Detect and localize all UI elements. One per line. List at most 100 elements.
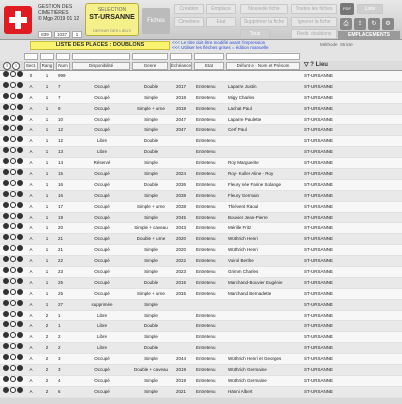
table-row[interactable]: 0 1 999 ST-URSANNE	[0, 71, 402, 82]
filter-genre[interactable]	[132, 53, 168, 60]
open-record-icon[interactable]	[3, 267, 9, 274]
table-row[interactable]: A 2 1 Libre Double Entretenu ST-URSANNE	[0, 321, 402, 333]
delete-record-icon[interactable]	[17, 386, 23, 393]
open-record-icon[interactable]	[3, 223, 9, 230]
tous-button[interactable]: Tous	[240, 29, 270, 39]
table-row[interactable]: A 2 6 Occupé Simple 2021 Entretenu Hänni Albert…	[0, 386, 402, 398]
filter-etat[interactable]	[194, 53, 224, 60]
table-row[interactable]: A 2 2 Libre Double Entretenu ST-URSANNE	[0, 343, 402, 355]
delete-record-icon[interactable]	[17, 354, 23, 361]
edit-record-icon[interactable]	[10, 190, 16, 197]
settings-icon[interactable]: ⚙	[382, 18, 394, 30]
table-row[interactable]: A 1 27 supprimée Simple ST-URSANNE	[0, 299, 402, 311]
edit-record-icon[interactable]	[10, 169, 16, 176]
edit-record-icon[interactable]	[10, 310, 16, 317]
open-record-icon[interactable]	[3, 343, 9, 350]
liste-button[interactable]: Liste	[357, 4, 383, 14]
open-record-icon[interactable]	[3, 288, 9, 295]
edit-record-icon[interactable]	[10, 375, 16, 382]
col-echeance[interactable]: Échéance	[170, 62, 192, 70]
table-row[interactable]: A 1 15 Occupé Simple 2024 Entretenu Roy- Koller…	[0, 169, 402, 180]
delete-record-icon[interactable]	[17, 103, 23, 110]
open-record-icon[interactable]	[3, 321, 9, 328]
open-record-icon[interactable]	[3, 136, 9, 143]
delete-record-icon[interactable]	[17, 147, 23, 154]
edit-record-icon[interactable]	[10, 201, 16, 208]
edit-record-icon[interactable]	[10, 114, 16, 121]
edit-record-icon[interactable]	[10, 158, 16, 165]
all-records-button[interactable]: Toutes les fiches	[291, 4, 337, 14]
open-record-icon[interactable]	[3, 234, 9, 241]
edit-record-icon[interactable]	[10, 365, 16, 372]
delete-record-button[interactable]: Supprimer la fiche	[240, 17, 288, 27]
filter-echeance[interactable]	[170, 53, 192, 60]
edit-record-icon[interactable]	[10, 71, 16, 77]
emplacements-tab[interactable]: EMPLACEMENTS	[338, 31, 400, 39]
info-icon[interactable]: i	[3, 62, 11, 70]
edit-record-icon[interactable]	[10, 212, 16, 219]
table-row[interactable]: A 1 9 Occupé Simple + urne 2018 Entretenu Lacha…	[0, 103, 402, 115]
filter-nom[interactable]	[226, 53, 300, 60]
filter-rang[interactable]	[40, 53, 54, 60]
table-row[interactable]: A 1 16 Occupé Double 2036 Entretenu Fleury née …	[0, 179, 402, 191]
open-record-icon[interactable]	[3, 114, 9, 121]
delete-record-icon[interactable]	[17, 92, 23, 99]
col-etat[interactable]: Etat	[194, 62, 224, 70]
open-record-icon[interactable]	[3, 386, 9, 393]
open-record-icon[interactable]	[3, 147, 9, 154]
table-row[interactable]: A 1 21 Occupé Simple 2020 Entretenu Wüthrich He…	[0, 245, 402, 257]
table-row[interactable]: A 2 4 Occupé Simple 2019 Entretenu Wüthrich Ger…	[0, 375, 402, 387]
delete-record-icon[interactable]	[17, 114, 23, 121]
edit-record-icon[interactable]	[10, 343, 16, 350]
open-record-icon[interactable]	[3, 71, 9, 77]
table-row[interactable]: A 1 25 Occupé Simple + urne 2015 Entretenu Marc…	[0, 288, 402, 300]
delete-record-icon[interactable]	[17, 365, 23, 372]
edit-record-icon[interactable]	[10, 179, 16, 186]
new-record-button[interactable]: Nouvelle fiche	[240, 4, 288, 14]
table-row[interactable]: A 1 22 Occupé Simple 2022 Entretenu Voirol Bert…	[0, 256, 402, 268]
edit-record-icon[interactable]	[10, 354, 16, 361]
open-record-icon[interactable]	[3, 310, 9, 317]
print-icon[interactable]: ⎙	[340, 18, 352, 30]
open-record-icon[interactable]	[3, 92, 9, 99]
table-row[interactable]: A 1 19 Occupé Simple 2045 Entretenu Bouvier Jea…	[0, 212, 402, 224]
export-icon[interactable]: ⇪	[354, 18, 366, 30]
open-record-icon[interactable]	[3, 299, 9, 306]
edit-record-icon[interactable]	[10, 103, 16, 110]
delete-record-icon[interactable]	[17, 234, 23, 241]
table-row[interactable]: A 2 3 Occupé Double + caveau 2019 Entretenu Wüt…	[0, 365, 402, 376]
delete-record-icon[interactable]	[17, 277, 23, 284]
open-record-icon[interactable]	[3, 179, 9, 186]
delete-record-icon[interactable]	[17, 201, 23, 208]
list-title-field[interactable]: LISTE DES PLACES : DOUBLONS	[30, 41, 170, 50]
delete-record-icon[interactable]	[17, 158, 23, 165]
table-row[interactable]: A 1 12 Libre Double Entretenu ST-URSANNE	[0, 136, 402, 148]
delete-record-icon[interactable]	[17, 223, 23, 230]
edit-record-icon[interactable]	[10, 147, 16, 154]
edit-record-icon[interactable]	[10, 299, 16, 306]
open-record-icon[interactable]	[3, 125, 9, 132]
delete-record-icon[interactable]	[17, 190, 23, 197]
col-rang[interactable]: Rang	[40, 62, 54, 70]
edit-record-icon[interactable]	[10, 136, 16, 143]
filter-dispo[interactable]	[72, 53, 130, 60]
col-sect[interactable]: Sect.	[24, 62, 38, 70]
table-row[interactable]: A 2 2 Libre Simple Entretenu ST-URSANNE	[0, 332, 402, 344]
edit-record-icon[interactable]	[10, 332, 16, 339]
open-record-icon[interactable]	[3, 158, 9, 165]
table-row[interactable]: A 1 20 Occupé Simple + caveau 2043 Entretenu Mé…	[0, 223, 402, 235]
delete-record-icon[interactable]	[17, 375, 23, 382]
col-num[interactable]: Num	[56, 62, 70, 70]
filter-sect[interactable]	[24, 53, 38, 60]
delete-record-icon[interactable]	[17, 169, 23, 176]
table-row[interactable]: A 1 25 Occupé Double 2015 Entretenu Marchand-Bo…	[0, 277, 402, 289]
table-row[interactable]: A 2 3 Occupé Simple 2044 Entretenu Wüthrich Hen…	[0, 354, 402, 366]
table-row[interactable]: A 1 23 Occupé Simple 2023 Entretenu Grimm Charl…	[0, 267, 402, 278]
edit-record-icon[interactable]	[10, 125, 16, 132]
table-row[interactable]: A 1 13 Libre Double Entretenu ST-URSANNE	[0, 147, 402, 159]
table-row[interactable]: A 1 16 Occupé Simple 2038 Entretenu Fleury Germ…	[0, 190, 402, 202]
refresh-icon[interactable]: ↻	[368, 18, 380, 30]
open-record-icon[interactable]	[3, 169, 9, 176]
selection-panel[interactable]: SELECTION ST-URSANNE DEFINIR DES LIEUX	[85, 3, 139, 36]
open-record-icon[interactable]	[3, 245, 9, 252]
